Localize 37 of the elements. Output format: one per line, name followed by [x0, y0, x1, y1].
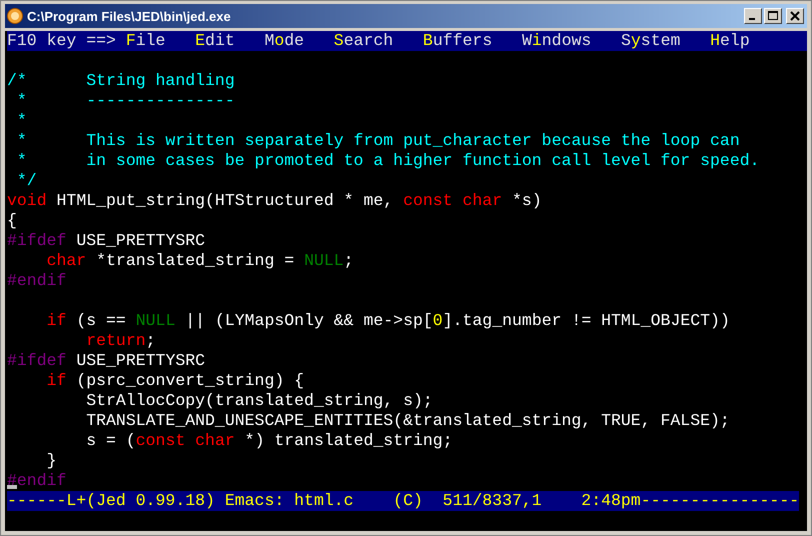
- code-line: TRANSLATE_AND_UNESCAPE_ENTITIES(&translated_string, TRUE, FALSE);: [85, 411, 730, 431]
- close-button[interactable]: [786, 8, 804, 24]
- close-icon: [790, 11, 800, 21]
- menu-item[interactable]: Edit: [195, 31, 235, 51]
- minimize-icon: [749, 18, 755, 20]
- code-line: /* String handling: [7, 71, 235, 91]
- menu-item[interactable]: System: [620, 31, 680, 51]
- code-line: if (s == NULL || (LYMapsOnly && me->sp[0].tag_number != HTML_OBJECT)): [46, 311, 730, 331]
- code-line: *: [16, 111, 27, 131]
- code-line: #endif: [7, 471, 66, 491]
- maximize-button[interactable]: [764, 8, 782, 24]
- window-title: C:\Program Files\JED\bin\jed.exe: [27, 8, 232, 24]
- menu-item[interactable]: Windows: [522, 31, 592, 51]
- code-line: void HTML_put_string(HTStructured * me, const char *s): [7, 191, 542, 211]
- app-icon: [7, 8, 23, 24]
- menu-item[interactable]: Help: [710, 31, 750, 51]
- menu-item[interactable]: Search: [334, 31, 394, 51]
- code-line: #ifdef USE_PRETTYSRC: [7, 351, 206, 371]
- code-line: */: [16, 171, 37, 191]
- code-line: #endif: [7, 271, 66, 291]
- menu-item[interactable]: Mode: [264, 31, 304, 51]
- code-line: s = (const char *) translated_string;: [85, 431, 453, 451]
- code-line: * This is written separately from put_character because the loop can: [16, 131, 740, 151]
- code-line: return;: [85, 331, 156, 351]
- code-line: char *translated_string = NULL;: [46, 251, 354, 271]
- minimize-button[interactable]: [744, 8, 762, 24]
- code-line: if (psrc_convert_string) {: [46, 371, 304, 391]
- code-line: #ifdef USE_PRETTYSRC: [7, 231, 206, 251]
- menu-item[interactable]: Buffers: [422, 31, 492, 51]
- code-line: StrAllocCopy(translated_string, s);: [85, 391, 433, 411]
- code-line: }: [46, 451, 57, 471]
- menu-prompt: F10 key ==>: [7, 31, 116, 51]
- code-line: * in some cases be promoted to a higher function call level for speed.: [16, 151, 760, 171]
- code-line: {: [7, 211, 17, 231]
- menu-item[interactable]: File: [126, 31, 166, 51]
- code-line: * ---------------: [16, 91, 235, 111]
- maximize-icon: [768, 11, 778, 21]
